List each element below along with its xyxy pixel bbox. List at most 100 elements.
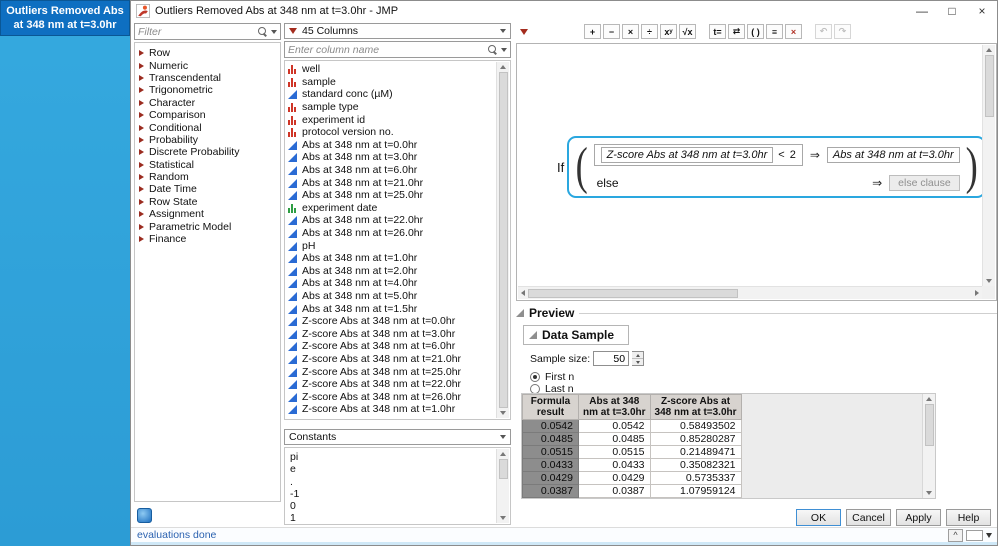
data-sample-title[interactable]: Data Sample <box>542 328 614 342</box>
scroll-right-icon[interactable] <box>975 290 979 296</box>
scroll-up-icon[interactable] <box>500 452 506 456</box>
stepper-down-icon[interactable] <box>632 359 643 365</box>
active-window-tab[interactable]: Outliers Removed Abs at 348 nm at t=3.0h… <box>0 0 130 36</box>
help-button[interactable]: Help <box>946 509 991 526</box>
search-dropdown-icon[interactable] <box>501 48 507 52</box>
if-expression[interactable]: If ( Z-score Abs at 348 nm at t=3.0hr < … <box>557 136 986 198</box>
condition-column-term[interactable]: Z-score Abs at 348 nm at t=3.0hr <box>601 147 774 163</box>
expand-arrow-icon[interactable] <box>139 199 144 205</box>
expand-arrow-icon[interactable] <box>139 224 144 230</box>
delete-button[interactable]: − <box>603 24 620 39</box>
then-column-term[interactable]: Abs at 348 nm at t=3.0hr <box>827 147 960 163</box>
column-item[interactable]: Abs at 348 nm at t=3.0hr <box>288 151 494 164</box>
close-button[interactable]: × <box>967 1 997 21</box>
canvas-vertical-scrollbar[interactable] <box>982 45 995 286</box>
condition-expression[interactable]: Z-score Abs at 348 nm at t=3.0hr < 2 <box>594 144 803 166</box>
column-item[interactable]: Abs at 348 nm at t=1.5hr <box>288 302 494 315</box>
column-item[interactable]: Z-score Abs at 348 nm at t=3.0hr <box>288 327 494 340</box>
column-item[interactable]: Z-score Abs at 348 nm at t=26.0hr <box>288 390 494 403</box>
formula-menu-icon[interactable] <box>520 29 528 35</box>
power-button[interactable]: xʸ <box>660 24 677 39</box>
formula-canvas[interactable]: If ( Z-score Abs at 348 nm at t=3.0hr < … <box>516 43 997 301</box>
function-category-item[interactable]: Finance <box>139 233 280 245</box>
expand-arrow-icon[interactable] <box>139 75 144 81</box>
column-item[interactable]: Z-score Abs at 348 nm at t=0.0hr <box>288 315 494 328</box>
column-item[interactable]: Abs at 348 nm at t=5.0hr <box>288 290 494 303</box>
scrollbar-thumb[interactable] <box>499 72 508 408</box>
expand-arrow-icon[interactable] <box>139 186 144 192</box>
switch-terms-button[interactable]: ⇄ <box>728 24 745 39</box>
radio-icon[interactable] <box>530 372 540 382</box>
selected-expression-box[interactable]: ( Z-score Abs at 348 nm at t=3.0hr < 2 ⇒ <box>567 136 986 198</box>
function-category-item[interactable]: Numeric <box>139 59 280 71</box>
column-item[interactable]: well <box>288 63 494 76</box>
function-category-item[interactable]: Random <box>139 171 280 183</box>
constants-scrollbar[interactable] <box>496 449 509 523</box>
preview-collapse-icon[interactable] <box>516 309 524 317</box>
constant-item[interactable]: 0 <box>290 500 494 512</box>
column-item[interactable]: Z-score Abs at 348 nm at t=25.0hr <box>288 365 494 378</box>
clear-button[interactable]: × <box>785 24 802 39</box>
multiply-button[interactable]: × <box>622 24 639 39</box>
column-item[interactable]: protocol version no. <box>288 126 494 139</box>
column-item[interactable]: Abs at 348 nm at t=25.0hr <box>288 189 494 202</box>
constant-item[interactable]: e <box>290 463 494 475</box>
root-button[interactable]: √x <box>679 24 696 39</box>
else-keyword[interactable]: else <box>594 176 619 190</box>
expand-arrow-icon[interactable] <box>139 87 144 93</box>
minimize-button[interactable]: — <box>907 1 937 21</box>
expand-arrow-icon[interactable] <box>139 63 144 69</box>
canvas-horizontal-scrollbar[interactable] <box>518 286 982 299</box>
column-item[interactable]: Z-score Abs at 348 nm at t=6.0hr <box>288 340 494 353</box>
function-category-item[interactable]: Parametric Model <box>139 220 280 232</box>
scroll-up-icon[interactable] <box>500 65 506 69</box>
column-item[interactable]: experiment date <box>288 202 494 215</box>
chevron-down-icon[interactable] <box>500 29 506 33</box>
function-category-item[interactable]: Row <box>139 47 280 59</box>
function-category-item[interactable]: Comparison <box>139 109 280 121</box>
function-category-item[interactable]: Discrete Probability <box>139 146 280 158</box>
function-category-item[interactable]: Conditional <box>139 121 280 133</box>
constant-item[interactable]: 1 <box>290 512 494 524</box>
column-item[interactable]: standard conc (µM) <box>288 88 494 101</box>
column-item[interactable]: Abs at 348 nm at t=0.0hr <box>288 139 494 152</box>
column-item[interactable]: Abs at 348 nm at t=4.0hr <box>288 277 494 290</box>
function-category-item[interactable]: Transcendental <box>139 72 280 84</box>
expand-arrow-icon[interactable] <box>139 50 144 56</box>
column-item[interactable]: pH <box>288 239 494 252</box>
local-variable-button[interactable]: t= <box>709 24 726 39</box>
divide-button[interactable]: ÷ <box>641 24 658 39</box>
scrollbar-thumb[interactable] <box>985 55 994 117</box>
column-item[interactable]: Abs at 348 nm at t=2.0hr <box>288 265 494 278</box>
ok-button[interactable]: OK <box>796 509 841 526</box>
expand-arrow-icon[interactable] <box>139 174 144 180</box>
scroll-down-icon[interactable] <box>986 279 992 283</box>
stepper-up-icon[interactable] <box>632 352 643 359</box>
insert-button[interactable]: + <box>584 24 601 39</box>
parentheses-button[interactable]: ( ) <box>747 24 764 39</box>
column-item[interactable]: Z-score Abs at 348 nm at t=22.0hr <box>288 378 494 391</box>
expand-arrow-icon[interactable] <box>139 211 144 217</box>
scroll-up-icon[interactable] <box>986 48 992 52</box>
scrollbar-thumb[interactable] <box>528 289 738 298</box>
data-sample-collapse-icon[interactable] <box>529 331 537 339</box>
function-category-item[interactable]: Probability <box>139 134 280 146</box>
scrollbar-thumb[interactable] <box>499 459 508 479</box>
filter-dropdown-icon[interactable] <box>271 30 277 34</box>
constant-item[interactable]: . <box>290 476 494 488</box>
function-category-item[interactable]: Date Time <box>139 183 280 195</box>
column-item[interactable]: Abs at 348 nm at t=21.0hr <box>288 176 494 189</box>
abs-column-header[interactable]: Abs at 348nm at t=3.0hr <box>579 395 651 420</box>
comparison-value[interactable]: 2 <box>790 149 796 161</box>
function-category-item[interactable]: Assignment <box>139 208 280 220</box>
columns-menu-icon[interactable] <box>289 28 297 34</box>
else-clause-placeholder[interactable]: else clause <box>889 175 960 191</box>
expand-arrow-icon[interactable] <box>139 149 144 155</box>
table-scrollbar[interactable] <box>922 394 935 498</box>
function-category-item[interactable]: Statistical <box>139 159 280 171</box>
redo-button[interactable]: ↷ <box>834 24 851 39</box>
if-keyword[interactable]: If <box>557 160 564 175</box>
expand-arrow-icon[interactable] <box>139 137 144 143</box>
filter-input[interactable] <box>138 26 255 38</box>
cancel-button[interactable]: Cancel <box>846 509 891 526</box>
